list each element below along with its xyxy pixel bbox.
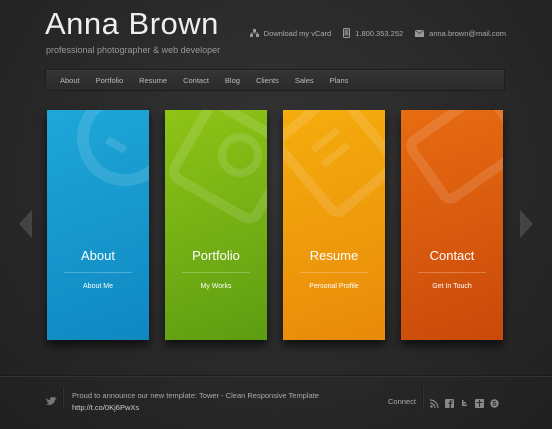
email-link[interactable]: anna.brown@mail.com xyxy=(415,29,506,38)
tile-portfolio-subtitle[interactable]: My Works xyxy=(165,283,267,290)
phone-item: 1.800.353.252 xyxy=(343,28,403,38)
nav-item-about[interactable]: About xyxy=(52,76,88,85)
main-nav: About Portfolio Resume Contact Blog Clie… xyxy=(45,69,505,91)
nav-item-resume[interactable]: Resume xyxy=(131,76,175,85)
news-link[interactable]: http://t.co/0Kj6PwXs xyxy=(72,402,319,414)
flickr-icon[interactable] xyxy=(475,395,484,408)
vcard-label: Download my vCard xyxy=(263,28,332,38)
tile-contact[interactable]: Contact Get In Touch xyxy=(401,110,503,340)
tile-contact-subtitle[interactable]: Get In Touch xyxy=(401,283,503,290)
footer-divider xyxy=(0,375,552,376)
clock-icon xyxy=(77,110,149,186)
document-icon xyxy=(283,110,385,217)
tile-divider xyxy=(182,272,250,273)
vcard-link[interactable]: Download my vCard xyxy=(249,28,332,38)
connect-label: Connect xyxy=(388,397,416,406)
tile-divider xyxy=(64,272,132,273)
news-text: Proud to announce our new template: Towe… xyxy=(72,391,319,400)
nav-item-plans[interactable]: Plans xyxy=(322,76,357,85)
page: Anna Brown professional photographer & w… xyxy=(0,0,552,429)
tile-divider xyxy=(300,272,368,273)
tile-contact-title: Contact xyxy=(429,248,475,263)
facebook-icon[interactable] xyxy=(445,395,454,408)
tile-about-subtitle[interactable]: About Me xyxy=(47,283,149,290)
footer-separator xyxy=(422,388,423,410)
nav-item-contact[interactable]: Contact xyxy=(175,76,217,85)
tile-resume-subtitle[interactable]: Personal Profile xyxy=(283,283,385,290)
skype-icon[interactable] xyxy=(490,395,499,408)
nav-item-portfolio[interactable]: Portfolio xyxy=(88,76,132,85)
tile-divider xyxy=(418,272,486,273)
tile-resume-title: Resume xyxy=(309,248,359,263)
mail-icon xyxy=(415,29,425,37)
tile-portfolio-title: Portfolio xyxy=(192,248,240,263)
rss-icon[interactable] xyxy=(429,395,439,409)
nav-item-clients[interactable]: Clients xyxy=(248,76,287,85)
twitter-bird-icon xyxy=(46,397,57,405)
phone-icon xyxy=(343,28,351,38)
tile-about-title: About xyxy=(81,248,115,263)
tile-about[interactable]: About About Me xyxy=(47,110,149,340)
contact-bar: Download my vCard 1.800.353.252 anna.bro… xyxy=(249,28,506,38)
nav-item-sales[interactable]: Sales xyxy=(287,76,322,85)
footer-separator xyxy=(62,388,63,410)
vcard-icon xyxy=(249,28,259,37)
site-subtitle: professional photographer & web develope… xyxy=(46,45,221,55)
tag-icon xyxy=(406,110,503,204)
camera-icon xyxy=(169,110,267,224)
phone-number: 1.800.353.252 xyxy=(355,28,404,38)
nav-item-blog[interactable]: Blog xyxy=(217,76,248,85)
email-address: anna.brown@mail.com xyxy=(429,28,506,38)
news-block: Proud to announce our new template: Towe… xyxy=(72,390,319,414)
tile-resume[interactable]: Resume Personal Profile xyxy=(283,110,385,340)
site-title[interactable]: Anna Brown xyxy=(45,6,219,42)
slider-next-arrow-icon[interactable] xyxy=(520,210,533,238)
social-links xyxy=(429,395,499,409)
tile-portfolio[interactable]: Portfolio My Works xyxy=(165,110,267,340)
twitter-icon[interactable] xyxy=(460,395,469,406)
slider-prev-arrow-icon[interactable] xyxy=(19,210,32,238)
